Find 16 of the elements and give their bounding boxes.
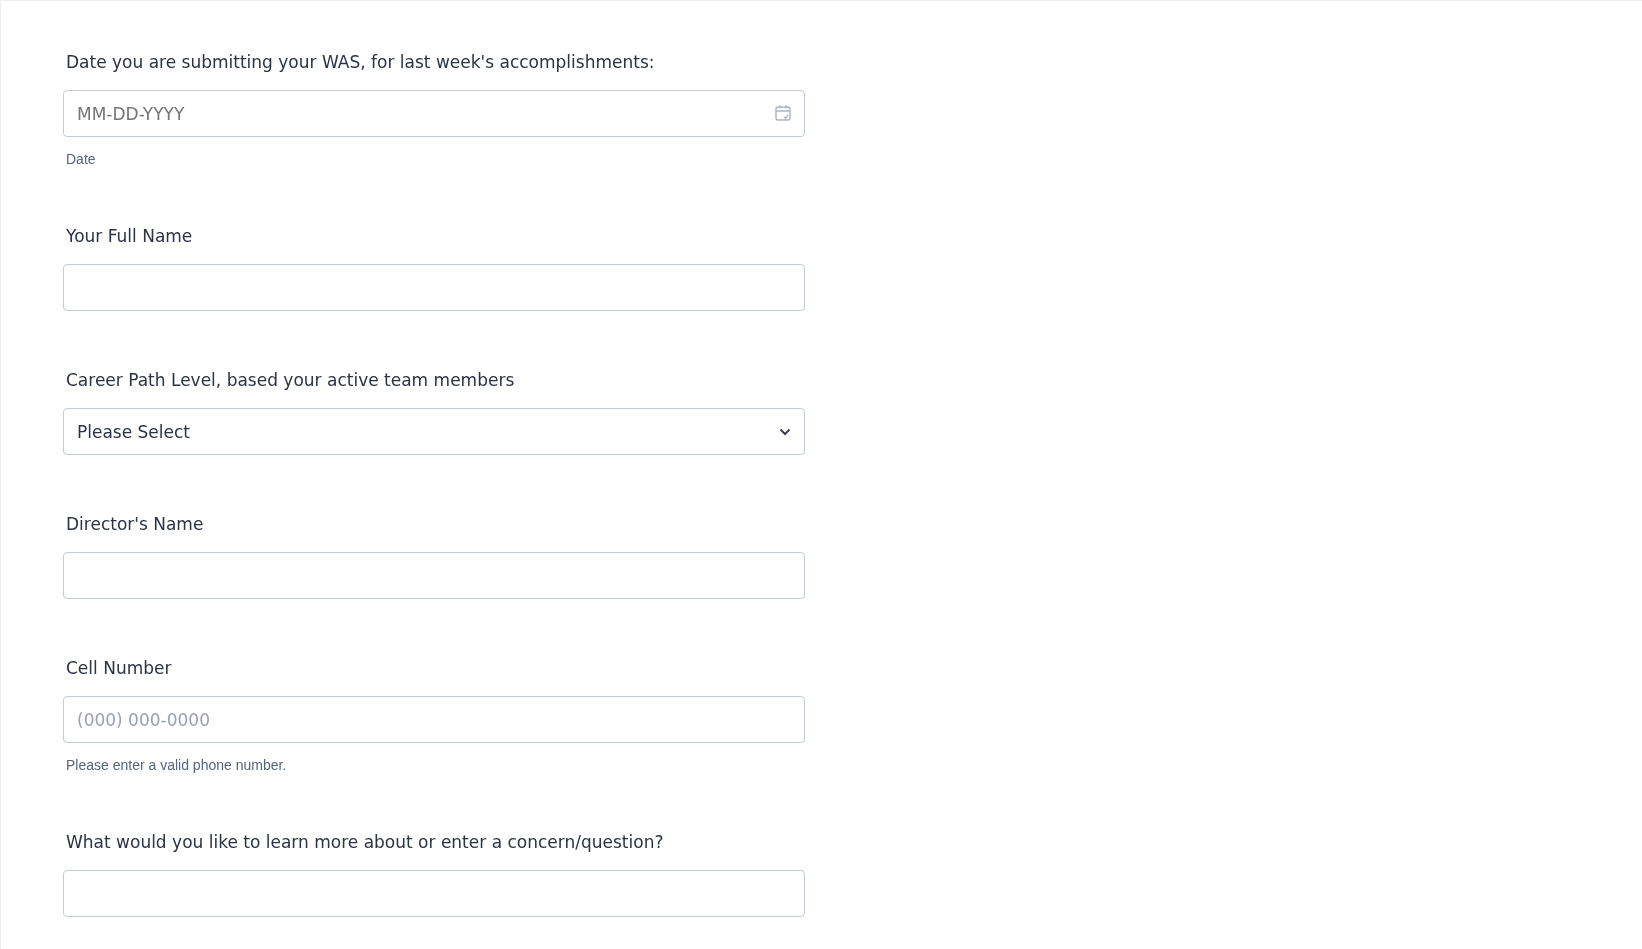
date-field[interactable]: MM-DD-YYYY: [63, 90, 805, 137]
input-field[interactable]: (000) 000-0000: [63, 696, 805, 743]
field-label: Date you are submitting your WAS, for last week's accomplishments:: [66, 51, 655, 73]
calendar-icon[interactable]: [774, 104, 792, 122]
field-label: Director's Name: [66, 513, 204, 535]
chevron-down-icon: [779, 427, 791, 436]
field-label: Career Path Level, based your active team members: [66, 369, 515, 391]
helper-text: Date: [66, 151, 96, 167]
field-label: What would you like to learn more about or enter a concern/question?: [66, 831, 664, 853]
field-label: Your Full Name: [66, 225, 193, 247]
select-dropdown[interactable]: Please Select: [63, 408, 805, 455]
input-field[interactable]: [63, 264, 805, 311]
input-field[interactable]: [63, 552, 805, 599]
helper-text: Please enter a valid phone number.: [66, 757, 287, 773]
field-label: Cell Number: [66, 657, 172, 679]
input-field[interactable]: [63, 870, 805, 917]
